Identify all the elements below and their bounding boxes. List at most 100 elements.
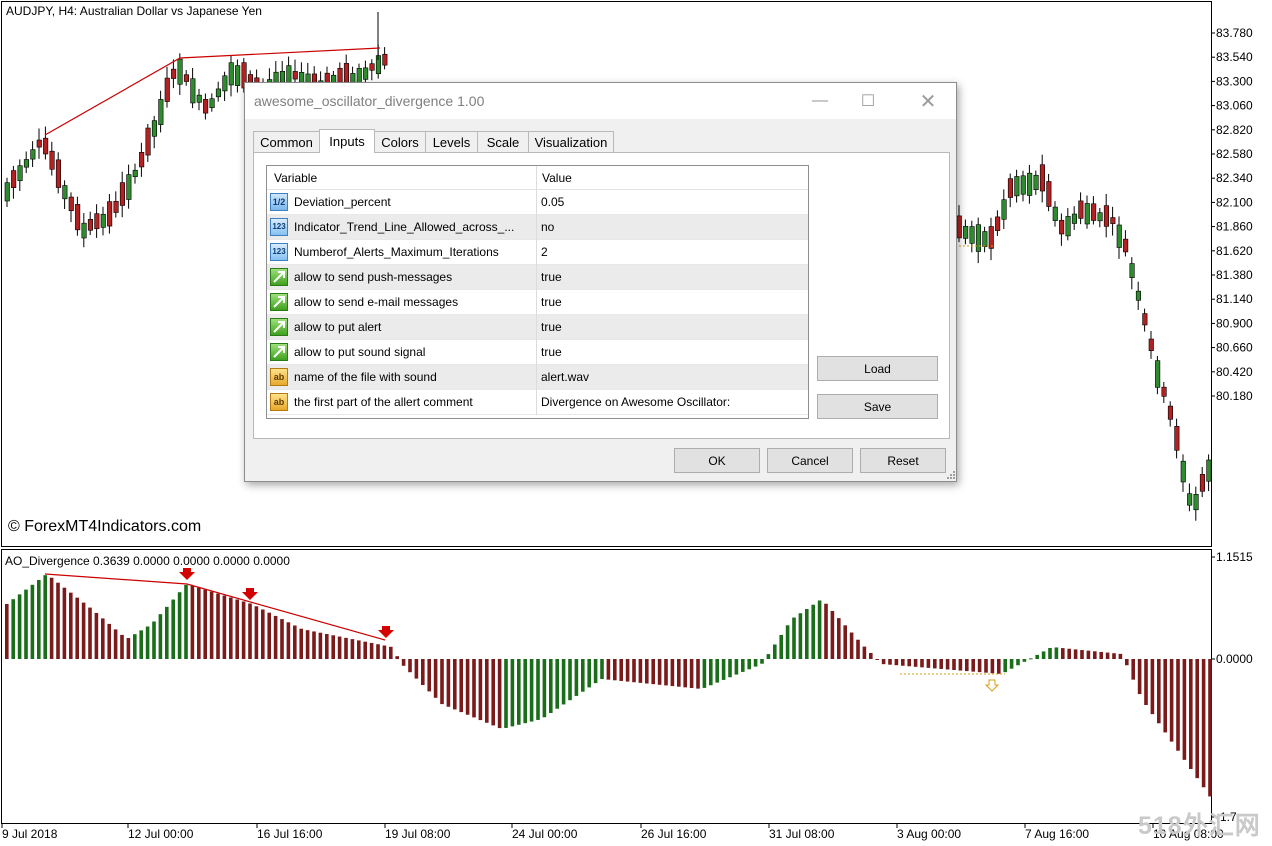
ao-bar: [395, 656, 399, 659]
candle-body: [369, 63, 375, 71]
resize-grip-icon[interactable]: [945, 469, 956, 480]
input-row[interactable]: 1/2 Deviation_percent 0.05: [267, 190, 808, 215]
input-row[interactable]: ab the first part of the allert comment …: [267, 390, 808, 415]
close-button[interactable]: ✕: [905, 83, 951, 119]
candle-body: [1129, 263, 1135, 278]
cancel-button[interactable]: Cancel: [767, 448, 853, 473]
candle-body: [1193, 494, 1199, 511]
maximize-button[interactable]: ☐: [845, 83, 891, 119]
ao-bar: [549, 659, 553, 713]
dialog-title-bar[interactable]: awesome_oscillator_divergence 1.00 — ☐ ✕: [245, 83, 956, 119]
input-row[interactable]: 123 Indicator_Trend_Line_Allowed_across_…: [267, 215, 808, 240]
input-row[interactable]: allow to send push-messages true: [267, 265, 808, 290]
price-label: 82.820: [1216, 123, 1253, 137]
input-row[interactable]: allow to send e-mail messages true: [267, 290, 808, 315]
ao-bar: [849, 632, 854, 659]
time-label: 19 Jul 08:00: [385, 827, 451, 841]
input-value[interactable]: 2: [541, 245, 548, 259]
ao-bar: [862, 646, 867, 659]
sell-arrow-icon: [179, 568, 195, 580]
input-value[interactable]: true: [541, 270, 562, 284]
ao-bar: [984, 659, 988, 673]
ao-bar: [11, 599, 15, 659]
ao-bar: [369, 642, 374, 659]
ao-bar: [305, 630, 310, 659]
candle-body: [1046, 181, 1052, 207]
price-label: 81.620: [1216, 244, 1253, 258]
input-value[interactable]: no: [541, 220, 554, 234]
maximize-icon: ☐: [860, 93, 876, 110]
price-label: 81.380: [1216, 268, 1253, 282]
tab-colors[interactable]: Colors: [374, 131, 426, 152]
ao-bar: [728, 659, 732, 678]
integer-icon: 123: [270, 218, 288, 236]
ao-bar: [433, 659, 438, 698]
bool-icon: [270, 268, 288, 286]
ao-bar: [824, 603, 828, 659]
tab-common[interactable]: Common: [253, 131, 320, 152]
ao-bar: [1157, 659, 1161, 724]
input-row[interactable]: 123 Numberof_Alerts_Maximum_Iterations 2: [267, 240, 808, 265]
price-label: 82.100: [1216, 195, 1253, 209]
ao-bar: [613, 659, 617, 681]
input-value[interactable]: true: [541, 345, 562, 359]
minimize-button[interactable]: —: [797, 83, 843, 119]
input-value[interactable]: true: [541, 295, 562, 309]
ao-bar: [56, 582, 60, 659]
dialog-title: awesome_oscillator_divergence 1.00: [254, 93, 485, 109]
ao-bar: [69, 592, 73, 659]
ao-bar: [222, 595, 227, 659]
ao-bar: [971, 659, 975, 672]
time-label: 7 Aug 16:00: [1025, 827, 1089, 841]
ao-bar: [901, 659, 905, 666]
ao-bar: [997, 659, 1001, 674]
ao-bar: [760, 659, 764, 664]
ao-bar: [965, 659, 969, 672]
ao-bar: [485, 659, 489, 723]
input-value[interactable]: 0.05: [541, 195, 564, 209]
load-button[interactable]: Load: [817, 356, 938, 381]
candle-body: [292, 71, 298, 80]
fraction-icon: 1/2: [270, 193, 288, 211]
candle-body: [1116, 224, 1122, 248]
ao-bar: [1086, 650, 1091, 659]
ao-bar: [184, 584, 188, 659]
tab-inputs[interactable]: Inputs: [319, 129, 375, 153]
candle-body: [1001, 199, 1007, 220]
ao-bar: [1125, 659, 1129, 666]
header-variable[interactable]: Variable: [274, 171, 317, 185]
input-value[interactable]: true: [541, 320, 562, 334]
input-row[interactable]: ab name of the file with sound alert.wav: [267, 365, 808, 390]
time-label: 31 Jul 08:00: [769, 827, 835, 841]
header-value[interactable]: Value: [542, 171, 572, 185]
ao-bar: [587, 659, 591, 688]
ao-bar: [542, 659, 547, 718]
reset-button[interactable]: Reset: [860, 448, 946, 473]
bool-icon: [270, 343, 288, 361]
save-button[interactable]: Save: [817, 394, 938, 419]
ao-bar: [1201, 659, 1206, 788]
candle-body: [17, 165, 23, 182]
tab-levels[interactable]: Levels: [425, 131, 478, 152]
input-row[interactable]: allow to put sound signal true: [267, 340, 808, 365]
ao-bar: [312, 631, 316, 659]
candle-body: [132, 169, 138, 178]
input-value[interactable]: alert.wav: [541, 370, 589, 384]
tab-scale[interactable]: Scale: [477, 131, 529, 152]
string-icon: ab: [270, 368, 288, 386]
candle-body: [113, 201, 119, 213]
ao-bar: [1118, 653, 1123, 659]
input-name: allow to put sound signal: [294, 345, 426, 359]
input-row[interactable]: allow to put alert true: [267, 315, 808, 340]
inputs-grid[interactable]: Variable Value 1/2 Deviation_percent 0.0…: [266, 165, 809, 419]
oscillator-header: AO_Divergence 0.3639 0.0000 0.0000 0.000…: [5, 554, 290, 568]
ao-bar: [1176, 659, 1180, 751]
ok-button[interactable]: OK: [674, 448, 760, 473]
tab-visualization[interactable]: Visualization: [528, 131, 614, 152]
input-value[interactable]: Divergence on Awesome Oscillator:: [541, 395, 730, 409]
ao-bar: [1189, 659, 1193, 769]
ao-bar: [561, 659, 566, 705]
candle-body: [209, 98, 215, 109]
ao-bar: [299, 628, 303, 659]
ao-bar: [670, 659, 675, 687]
